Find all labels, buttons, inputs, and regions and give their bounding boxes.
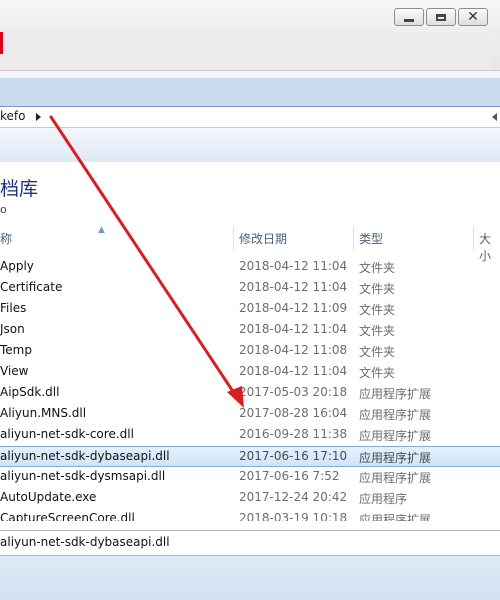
file-date: 2017-05-03 20:18 [239, 385, 348, 399]
file-date: 2018-03-19 10:18 [239, 511, 348, 521]
file-type: 文件夹 [359, 366, 396, 380]
file-type: 文件夹 [359, 282, 396, 296]
file-name: AutoUpdate.exe [0, 490, 97, 504]
file-date: 2018-04-12 11:04 [239, 364, 348, 378]
filename-value[interactable]: aliyun-net-sdk-dybaseapi.dll [0, 535, 170, 549]
column-divider[interactable] [233, 226, 234, 250]
file-name: aliyun-net-sdk-dysmsapi.dll [0, 469, 166, 483]
file-date: 2018-04-12 11:08 [239, 343, 348, 357]
file-name: Json [0, 322, 25, 336]
file-type: 文件夹 [359, 345, 396, 359]
file-row[interactable]: View 2018-04-12 11:04 文件夹 [0, 362, 500, 383]
file-date: 2017-06-16 7:52 [239, 469, 340, 483]
file-type: 文件夹 [359, 261, 396, 275]
file-row-selected[interactable]: aliyun-net-sdk-dybaseapi.dll 2017-06-16 … [0, 446, 500, 467]
file-row[interactable]: AipSdk.dll 2017-05-03 20:18 应用程序扩展 [0, 383, 500, 404]
file-name: Aliyun.MNS.dll [0, 406, 87, 420]
column-header-name[interactable]: 称 [0, 230, 12, 247]
file-row[interactable]: Temp 2018-04-12 11:08 文件夹 [0, 341, 500, 362]
minimize-icon [404, 18, 414, 22]
file-name: Temp [0, 343, 32, 357]
file-date: 2017-06-16 17:10 [239, 449, 348, 463]
column-header-date[interactable]: 修改日期 [239, 230, 287, 247]
address-dropdown-icon[interactable] [492, 113, 497, 121]
maximize-icon [436, 13, 446, 21]
file-row[interactable]: Json 2018-04-12 11:04 文件夹 [0, 320, 500, 341]
file-type: 应用程序扩展 [359, 429, 432, 443]
library-title: 档库 [0, 178, 39, 200]
file-date: 2016-09-28 11:38 [239, 427, 348, 441]
file-type: 应用程序扩展 [359, 408, 432, 422]
column-divider[interactable] [473, 226, 474, 250]
file-row[interactable]: Apply 2018-04-12 11:04 文件夹 [0, 257, 500, 278]
file-type: 应用程序扩展 [359, 451, 432, 465]
file-row[interactable]: AutoUpdate.exe 2017-12-24 20:42 应用程序 [0, 488, 500, 509]
dialog-footer [0, 556, 500, 600]
address-bar[interactable] [0, 106, 500, 128]
file-date: 2017-12-24 20:42 [239, 490, 348, 504]
file-date: 2018-04-12 11:04 [239, 280, 348, 294]
file-row[interactable]: CaptureScreenCore.dll 2018-03-19 10:18 应… [0, 509, 500, 521]
sort-ascending-icon: ▲ [98, 225, 105, 235]
file-type: 文件夹 [359, 303, 396, 317]
file-type: 文件夹 [359, 324, 396, 338]
close-button[interactable]: ✕ [458, 8, 488, 26]
file-name: AipSdk.dll [0, 385, 60, 399]
file-row[interactable]: aliyun-net-sdk-dysmsapi.dll 2017-06-16 7… [0, 467, 500, 488]
file-name: Certificate [0, 280, 63, 294]
file-date: 2017-08-28 16:04 [239, 406, 348, 420]
command-toolbar [0, 128, 500, 163]
column-divider[interactable] [353, 226, 354, 250]
file-name: Apply [0, 259, 34, 273]
file-name: CaptureScreenCore.dll [0, 511, 135, 521]
file-date: 2018-04-12 11:04 [239, 259, 348, 273]
file-row[interactable]: Files 2018-04-12 11:09 文件夹 [0, 299, 500, 320]
maximize-button[interactable] [426, 8, 456, 26]
close-icon: ✕ [467, 9, 479, 25]
library-subtitle: o [0, 203, 7, 216]
file-date: 2018-04-12 11:09 [239, 301, 348, 315]
chevron-right-icon[interactable] [36, 113, 41, 121]
file-type: 应用程序扩展 [359, 471, 432, 485]
top-strip [0, 32, 490, 71]
file-name: Files [0, 301, 27, 315]
file-name: View [0, 364, 29, 378]
red-tab-marker [0, 32, 3, 54]
file-name: aliyun-net-sdk-dybaseapi.dll [0, 449, 170, 463]
file-type: 应用程序扩展 [359, 513, 432, 521]
file-date: 2018-04-12 11:04 [239, 322, 348, 336]
file-type: 应用程序 [359, 492, 408, 506]
breadcrumb-folder[interactable]: kefo [0, 109, 25, 123]
file-name: aliyun-net-sdk-core.dll [0, 427, 134, 441]
file-row[interactable]: aliyun-net-sdk-core.dll 2016-09-28 11:38… [0, 425, 500, 446]
file-type: 应用程序扩展 [359, 387, 432, 401]
file-row[interactable]: Certificate 2018-04-12 11:04 文件夹 [0, 278, 500, 299]
minimize-button[interactable] [394, 8, 424, 26]
column-header-type[interactable]: 类型 [359, 230, 383, 247]
file-row[interactable]: Aliyun.MNS.dll 2017-08-28 16:04 应用程序扩展 [0, 404, 500, 425]
file-list: Apply 2018-04-12 11:04 文件夹 Certificate 2… [0, 257, 500, 521]
